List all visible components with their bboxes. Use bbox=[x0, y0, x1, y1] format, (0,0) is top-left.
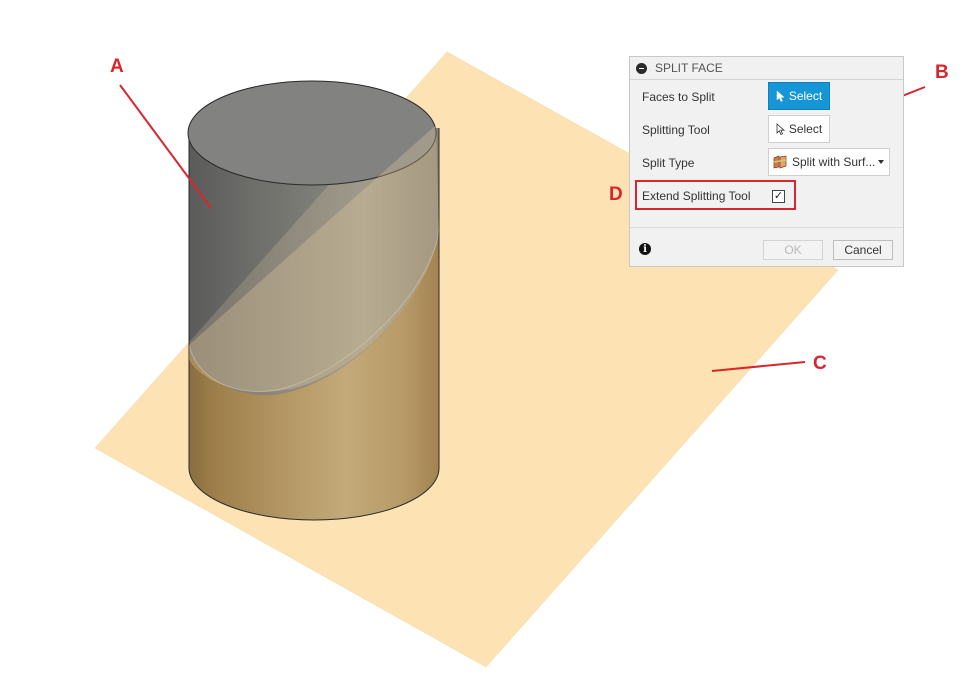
faces-to-split-select-button[interactable]: Select bbox=[768, 82, 830, 110]
split-face-dialog: SPLIT FACE Faces to Split Select Splitti… bbox=[629, 56, 904, 267]
cancel-button[interactable]: Cancel bbox=[833, 240, 893, 260]
split-surface-icon bbox=[772, 155, 788, 169]
split-type-row: Split Type bbox=[642, 149, 768, 177]
info-icon[interactable]: i bbox=[639, 243, 651, 255]
split-type-label: Split Type bbox=[642, 156, 695, 170]
callout-label-b: B bbox=[935, 62, 949, 83]
callout-label-a: A bbox=[110, 56, 124, 77]
chevron-down-icon bbox=[878, 160, 884, 164]
dialog-header[interactable]: SPLIT FACE bbox=[630, 57, 903, 80]
splitting-tool-select-label: Select bbox=[788, 122, 823, 136]
splitting-tool-label: Splitting Tool bbox=[642, 123, 710, 137]
faces-to-split-label: Faces to Split bbox=[642, 90, 715, 104]
callout-label-c: C bbox=[813, 353, 827, 374]
ok-button[interactable]: OK bbox=[763, 240, 823, 260]
faces-to-split-row: Faces to Split bbox=[642, 83, 768, 111]
footer-divider bbox=[630, 227, 903, 228]
split-type-dropdown[interactable]: Split with Surf... bbox=[768, 148, 890, 176]
arrow-cursor-icon bbox=[776, 90, 785, 102]
callout-label-d: D bbox=[609, 184, 623, 205]
dialog-title: SPLIT FACE bbox=[655, 61, 723, 75]
splitting-tool-select-button[interactable]: Select bbox=[768, 115, 830, 143]
split-type-value: Split with Surf... bbox=[792, 155, 876, 169]
splitting-tool-row: Splitting Tool bbox=[642, 116, 768, 144]
arrow-cursor-icon bbox=[776, 123, 785, 135]
callout-highlight-d bbox=[635, 180, 796, 210]
faces-to-split-select-label: Select bbox=[788, 89, 823, 103]
minus-circle-icon[interactable] bbox=[636, 62, 647, 74]
